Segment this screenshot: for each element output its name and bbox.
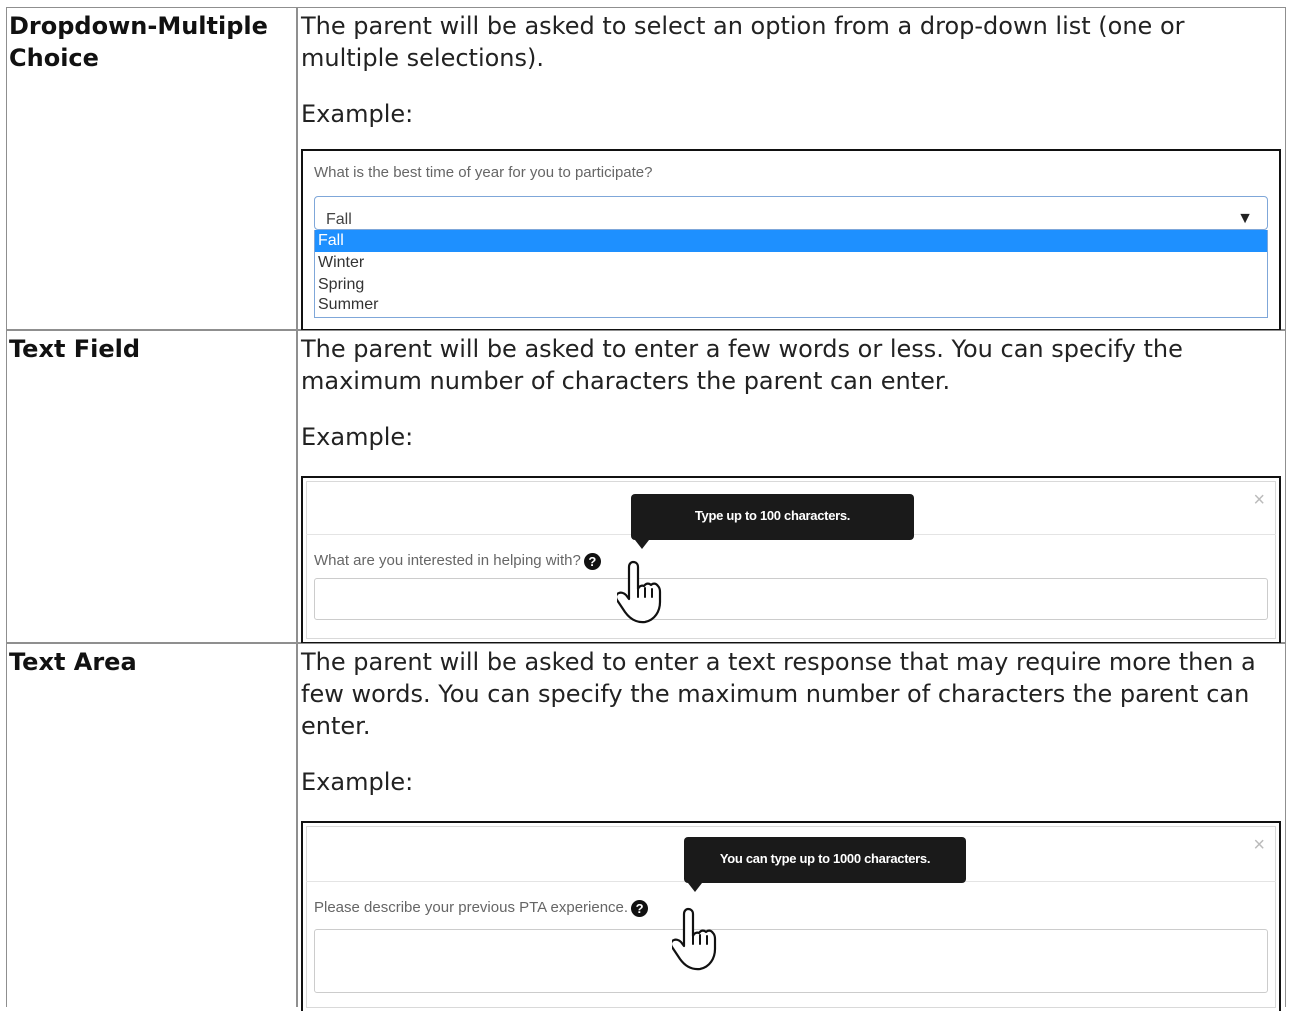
tooltip: You can type up to 1000 characters.: [684, 837, 966, 892]
text-area-question: Please describe your previous PTA experi…: [314, 899, 649, 917]
hand-pointer-icon: [617, 560, 662, 624]
term-label: Text Field: [9, 335, 141, 363]
term-cell-text-area: Text Area: [6, 643, 297, 1007]
text-field-question: What are you interested in helping with?…: [314, 552, 601, 570]
question-label: What are you interested in helping with?: [314, 552, 581, 569]
dropdown-option-spring[interactable]: Spring: [315, 274, 1267, 296]
field-types-table: Dropdown-Multiple Choice The parent will…: [6, 7, 1286, 1011]
dropdown-option-fall[interactable]: Fall: [315, 230, 1267, 252]
term-label: Text Area: [9, 648, 137, 676]
term-cell-text-field: Text Field: [6, 330, 297, 643]
dropdown-option-summer[interactable]: Summer: [315, 296, 1267, 316]
example-label: Example:: [301, 423, 414, 451]
hand-pointer-icon: [672, 907, 717, 971]
description-cell-text-area: The parent will be asked to enter a text…: [297, 643, 1286, 1011]
text-area-input[interactable]: [314, 929, 1268, 993]
term-cell-dropdown: Dropdown-Multiple Choice: [6, 7, 297, 330]
text-area-example-screenshot: × You can type up to 1000 characters. Pl…: [301, 821, 1281, 1011]
dropdown-select[interactable]: Fall ▼: [314, 196, 1268, 230]
example-label: Example:: [301, 100, 414, 128]
description-text: The parent will be asked to enter a few …: [301, 335, 1183, 395]
text-field-input[interactable]: [314, 578, 1268, 620]
dropdown-example-screenshot: What is the best time of year for you to…: [301, 149, 1281, 331]
close-icon[interactable]: ×: [1253, 484, 1265, 516]
example-label: Example:: [301, 768, 414, 796]
help-icon[interactable]: ?: [631, 899, 649, 917]
dropdown-question: What is the best time of year for you to…: [314, 164, 653, 181]
description-cell-dropdown: The parent will be asked to select an op…: [297, 7, 1286, 331]
dropdown-option-winter[interactable]: Winter: [315, 252, 1267, 274]
close-icon[interactable]: ×: [1253, 829, 1265, 861]
question-label: Please describe your previous PTA experi…: [314, 899, 629, 916]
term-label: Dropdown-Multiple: [9, 12, 268, 40]
text-field-example-screenshot: × Type up to 100 characters. What are yo…: [301, 476, 1281, 644]
dropdown-options-list: Fall Winter Spring Summer: [314, 230, 1268, 318]
term-label-continued: Choice: [9, 44, 99, 72]
tooltip: Type up to 100 characters.: [631, 494, 914, 549]
description-text: The parent will be asked to select an op…: [301, 12, 1185, 72]
description-text: The parent will be asked to enter a text…: [301, 648, 1256, 740]
description-cell-text-field: The parent will be asked to enter a few …: [297, 330, 1286, 644]
help-icon[interactable]: ?: [583, 552, 601, 570]
